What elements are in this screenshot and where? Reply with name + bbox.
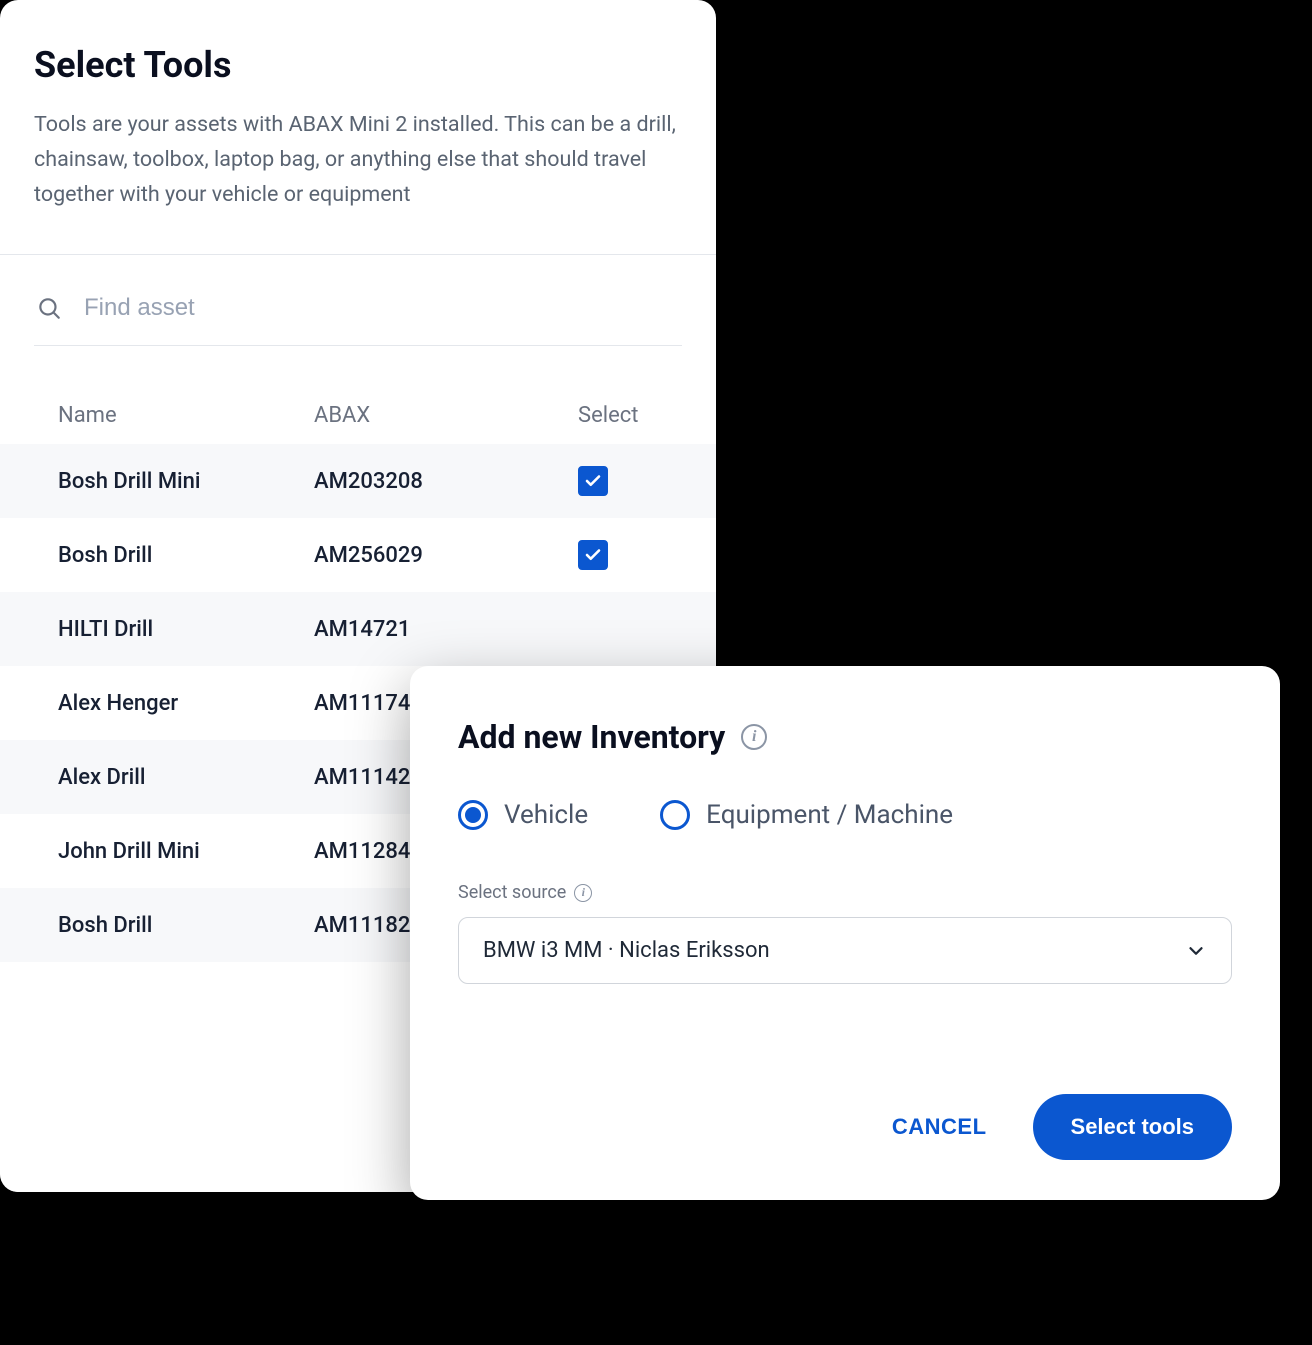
asset-abax: AM14721 xyxy=(314,617,574,642)
search-icon xyxy=(36,295,62,321)
table-row[interactable]: Bosh DrillAM256029 xyxy=(0,518,716,592)
column-select: Select xyxy=(574,403,680,428)
asset-checkbox[interactable] xyxy=(578,466,608,496)
table-row[interactable]: HILTI DrillAM14721 xyxy=(0,592,716,666)
radio-vehicle[interactable]: Vehicle xyxy=(458,800,588,830)
table-header: Name ABAX Select xyxy=(0,386,716,444)
radio-icon xyxy=(660,800,690,830)
search-row xyxy=(0,255,716,345)
page-description: Tools are your assets with ABAX Mini 2 i… xyxy=(34,108,682,212)
asset-name: Bosh Drill Mini xyxy=(58,469,314,494)
asset-name: HILTI Drill xyxy=(58,617,314,642)
asset-abax: AM203208 xyxy=(314,469,574,494)
radio-equipment[interactable]: Equipment / Machine xyxy=(660,800,953,830)
asset-checkbox[interactable] xyxy=(578,540,608,570)
column-name: Name xyxy=(58,403,314,428)
select-tools-button[interactable]: Select tools xyxy=(1033,1094,1232,1160)
divider xyxy=(34,345,682,346)
asset-name: Bosh Drill xyxy=(58,543,314,568)
radio-label: Equipment / Machine xyxy=(706,800,953,830)
info-icon[interactable]: i xyxy=(741,724,767,750)
table-row[interactable]: Bosh Drill MiniAM203208 xyxy=(0,444,716,518)
asset-name: Bosh Drill xyxy=(58,913,314,938)
add-inventory-modal: Add new Inventory i Vehicle Equipment / … xyxy=(410,666,1280,1200)
asset-abax: AM256029 xyxy=(314,543,574,568)
asset-name: Alex Drill xyxy=(58,765,314,790)
search-input[interactable] xyxy=(82,293,680,323)
page-title: Select Tools xyxy=(34,44,682,86)
source-label: Select source xyxy=(458,882,566,903)
source-select[interactable]: BMW i3 MM · Niclas Eriksson xyxy=(458,917,1232,984)
chevron-down-icon xyxy=(1185,940,1207,962)
modal-title: Add new Inventory xyxy=(458,718,725,756)
asset-select-cell xyxy=(574,466,680,496)
source-value: BMW i3 MM · Niclas Eriksson xyxy=(483,938,770,963)
inventory-type-radio-group: Vehicle Equipment / Machine xyxy=(458,800,1232,830)
radio-icon xyxy=(458,800,488,830)
cancel-button[interactable]: CANCEL xyxy=(886,1113,993,1141)
column-abax: ABAX xyxy=(314,403,574,428)
radio-label: Vehicle xyxy=(504,800,588,830)
info-icon[interactable]: i xyxy=(574,884,592,902)
asset-name: John Drill Mini xyxy=(58,839,314,864)
asset-select-cell xyxy=(574,540,680,570)
asset-name: Alex Henger xyxy=(58,691,314,716)
